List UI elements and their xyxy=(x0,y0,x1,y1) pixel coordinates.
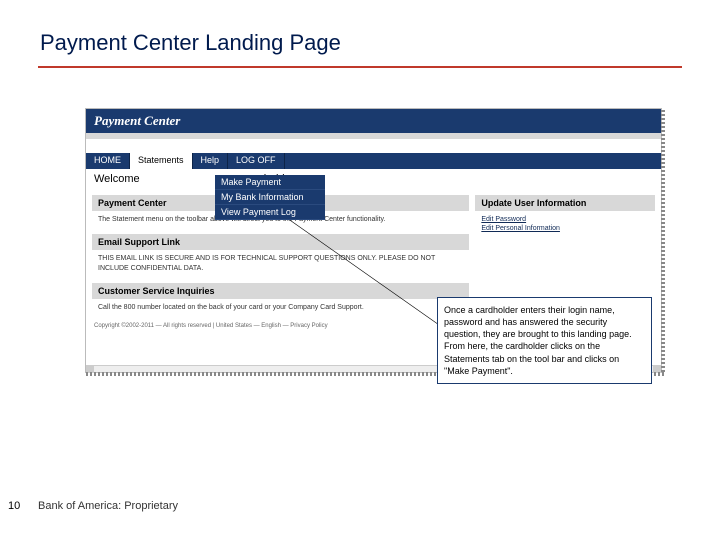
tab-help[interactable]: Help xyxy=(193,153,229,169)
link-edit-password[interactable]: Edit Password xyxy=(481,215,649,224)
tab-statements[interactable]: Statements xyxy=(130,153,193,169)
tab-home[interactable]: HOME xyxy=(86,153,130,169)
slide-title: Payment Center Landing Page xyxy=(40,30,341,56)
link-edit-personal-info[interactable]: Edit Personal Information xyxy=(481,224,649,233)
brand-bar: Payment Center xyxy=(86,109,661,133)
panel-update-head: Update User Information xyxy=(475,195,655,211)
footer-text: Bank of America: Proprietary xyxy=(38,500,178,512)
menu-make-payment[interactable]: Make Payment xyxy=(215,175,325,190)
title-rule xyxy=(38,66,682,68)
nav-tabs: HOME Statements Help LOG OFF xyxy=(86,153,661,169)
page-number: 10 xyxy=(8,500,20,512)
callout-box: Once a cardholder enters their login nam… xyxy=(437,297,652,384)
menu-my-bank-info[interactable]: My Bank Information xyxy=(215,190,325,205)
crop-edge-right xyxy=(661,109,665,372)
menu-view-payment-log[interactable]: View Payment Log xyxy=(215,205,325,220)
statements-dropdown: Make Payment My Bank Information View Pa… xyxy=(215,175,325,220)
tab-logoff[interactable]: LOG OFF xyxy=(228,153,285,169)
welcome-prefix: Welcome xyxy=(94,173,140,185)
